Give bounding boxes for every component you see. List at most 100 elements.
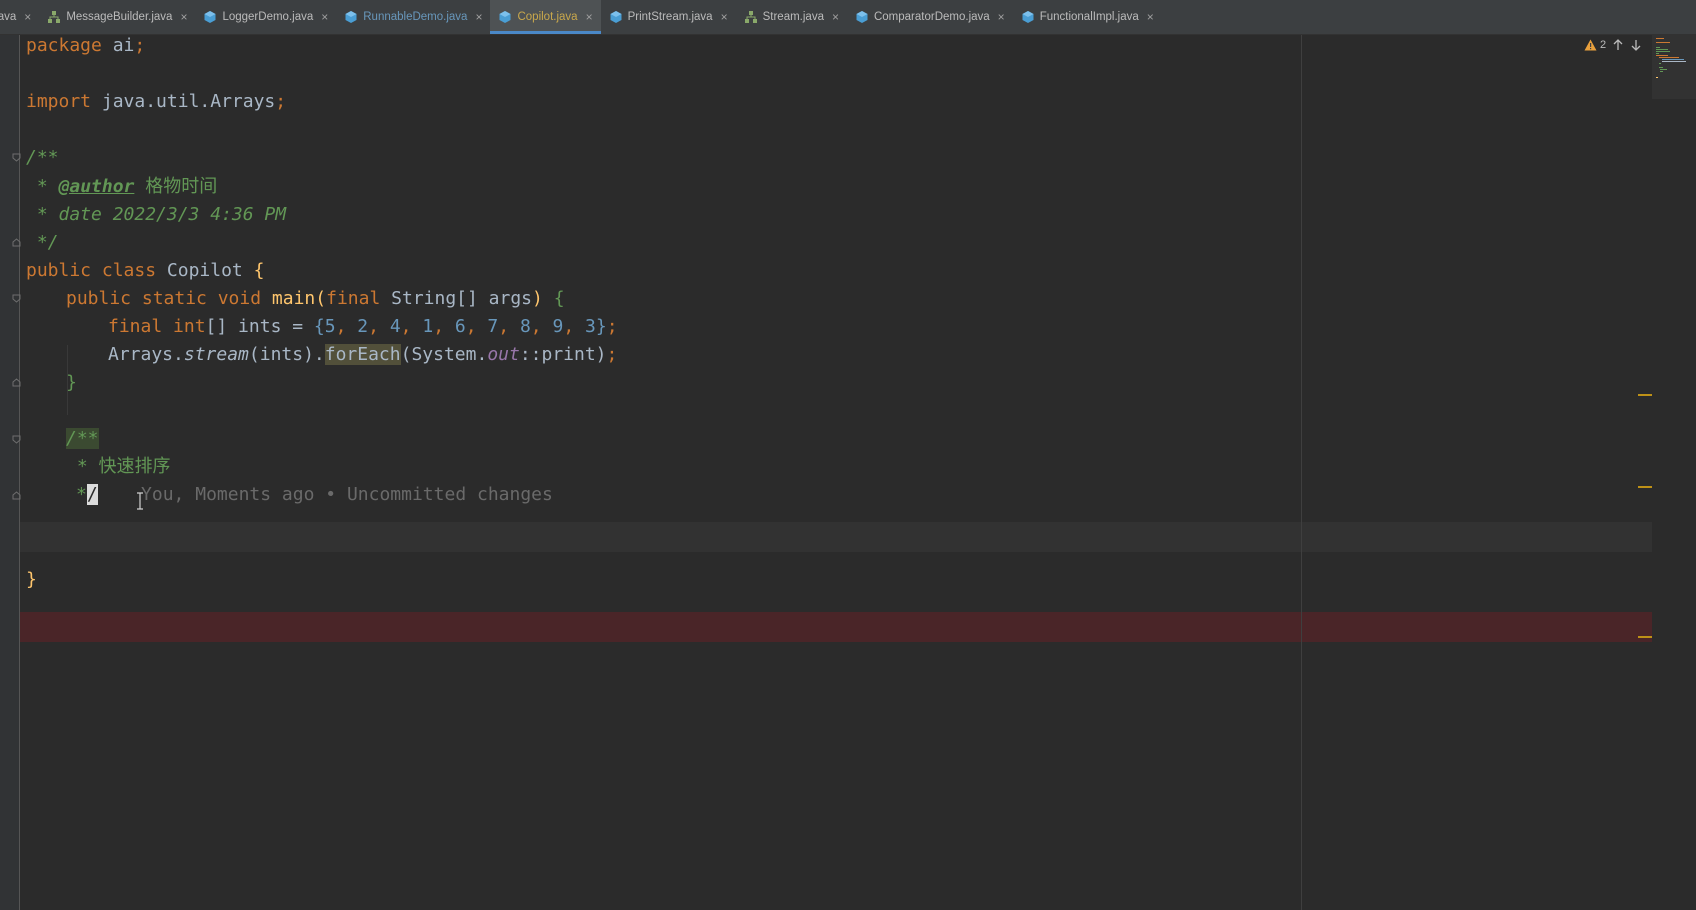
tab-close-icon[interactable]: × xyxy=(586,10,593,24)
code-editor[interactable]: package ai; import java.util.Arrays; /**… xyxy=(0,35,1696,910)
class-name: Copilot xyxy=(166,260,254,281)
code-line-12[interactable]: /** xyxy=(66,424,99,454)
brace: { xyxy=(553,288,565,309)
tab-close-icon[interactable]: × xyxy=(721,10,728,24)
tab-close-icon[interactable]: × xyxy=(321,10,328,24)
editor-tab[interactable]: ComparatorDemo.java × xyxy=(847,0,1013,34)
fold-marker-icon[interactable] xyxy=(12,238,21,247)
keyword: package xyxy=(26,35,102,56)
inspection-widget[interactable]: 2 xyxy=(1584,39,1642,51)
editor-tab[interactable]: PrintStream.java × xyxy=(601,0,736,34)
tab-close-icon[interactable]: × xyxy=(24,10,31,24)
code-line-5[interactable]: * date 2022/3/3 4:36 PM xyxy=(26,200,286,230)
fold-marker-icon[interactable] xyxy=(12,378,21,387)
array-separator: , xyxy=(465,316,488,337)
code-line-11[interactable]: } xyxy=(66,368,77,398)
array-value: 2 xyxy=(357,316,369,337)
parameters: String[] args xyxy=(391,288,533,309)
error-stripe[interactable] xyxy=(1652,35,1696,910)
fold-marker-icon[interactable] xyxy=(12,294,21,303)
code-line-15[interactable]: } xyxy=(26,565,37,595)
arrow-up-icon[interactable] xyxy=(1612,39,1624,51)
fold-marker-icon[interactable] xyxy=(12,153,21,162)
comment-star: * xyxy=(76,484,87,505)
tab-label: MessageBuilder.java xyxy=(66,11,173,23)
semicolon: ; xyxy=(275,91,287,112)
tab-close-icon[interactable]: × xyxy=(1147,10,1154,24)
code-line-2[interactable]: import java.util.Arrays; xyxy=(26,87,286,117)
method-name: main xyxy=(271,288,316,309)
code-minimap[interactable] xyxy=(1652,35,1696,99)
editor-gutter[interactable] xyxy=(0,35,21,910)
java-class-icon xyxy=(609,10,623,24)
java-class-icon xyxy=(1021,10,1035,24)
editor-tab[interactable]: Copilot.java × xyxy=(490,0,601,34)
tab-close-icon[interactable]: × xyxy=(180,10,187,24)
java-class-icon xyxy=(203,10,217,24)
inline-blame-annotation[interactable]: You, Moments ago • Uncommitted changes xyxy=(141,484,553,505)
array-separator: , xyxy=(368,316,390,337)
array-value: 9 xyxy=(552,316,564,337)
call-args: (System. xyxy=(400,344,488,365)
array-value: 5 xyxy=(324,316,336,337)
code-line-7[interactable]: public class Copilot { xyxy=(26,256,264,286)
tab-close-icon[interactable]: × xyxy=(832,10,839,24)
editor-tab[interactable]: RunnableDemo.java × xyxy=(336,0,490,34)
editor-tab[interactable]: Stream.java × xyxy=(736,0,847,34)
array-separator: , xyxy=(400,316,423,337)
code-line-13[interactable]: * 快速排序 xyxy=(66,452,171,482)
tab-list: .java×MessageBuilder.java×LoggerDemo.jav… xyxy=(0,0,1162,34)
javadoc-author-tag[interactable]: @author xyxy=(59,176,135,197)
comment-star: * xyxy=(26,176,59,197)
tab-close-icon[interactable]: × xyxy=(475,10,482,24)
package-name: ai xyxy=(101,35,135,56)
highlighted-method[interactable]: forEach xyxy=(324,344,401,365)
semicolon: ; xyxy=(134,35,146,56)
semicolon: ; xyxy=(606,316,618,337)
stripe-warning-mark[interactable] xyxy=(1638,636,1652,638)
stripe-warning-mark[interactable] xyxy=(1638,394,1652,396)
array-separator: , xyxy=(530,316,553,337)
editor-tab[interactable]: FunctionalImpl.java × xyxy=(1013,0,1162,34)
author-name: 格物时间 xyxy=(134,176,218,197)
code-line-9[interactable]: final int[] ints = {5, 2, 4, 1, 6, 7, 8,… xyxy=(108,312,618,342)
tab-label: FunctionalImpl.java xyxy=(1039,11,1139,23)
editor-tab[interactable]: MessageBuilder.java × xyxy=(39,0,195,34)
keyword: public static void xyxy=(66,288,272,309)
tab-close-icon[interactable]: × xyxy=(998,10,1005,24)
semicolon: ; xyxy=(606,344,618,365)
array-open-brace: { xyxy=(313,316,325,337)
keyword: public class xyxy=(26,260,167,281)
code-line-3[interactable]: /** xyxy=(26,143,59,173)
code-line-14[interactable]: */ You, Moments ago • Uncommitted change… xyxy=(76,480,553,510)
editor-tab[interactable]: .java × xyxy=(0,0,39,34)
java-class-icon xyxy=(344,10,358,24)
array-values: 5, 2, 4, 1, 6, 7, 8, 9, 3 xyxy=(325,316,596,337)
stripe-warning-mark[interactable] xyxy=(1638,486,1652,488)
code-line-8[interactable]: public static void main(final String[] a… xyxy=(66,284,565,314)
code-line-10[interactable]: Arrays.stream(ints).forEach(System.out::… xyxy=(108,340,617,370)
array-separator: , xyxy=(563,316,586,337)
java-class-icon xyxy=(498,10,512,24)
keyword: import xyxy=(26,91,92,112)
warning-indicator[interactable]: 2 xyxy=(1584,39,1606,51)
warning-icon xyxy=(1584,39,1597,51)
fold-marker-icon[interactable] xyxy=(12,491,21,500)
tab-label: LoggerDemo.java xyxy=(222,11,314,23)
array-value: 3 xyxy=(585,316,596,337)
arrow-down-icon[interactable] xyxy=(1630,39,1642,51)
editor-tab[interactable]: LoggerDemo.java × xyxy=(195,0,336,34)
array-separator: , xyxy=(498,316,520,337)
fold-marker-icon[interactable] xyxy=(12,435,21,444)
java-structure-icon xyxy=(47,10,61,24)
code-line-4[interactable]: * @author 格物时间 xyxy=(26,172,217,202)
mouse-ibeam-cursor-icon xyxy=(137,492,143,510)
variable-decl: [] ints = xyxy=(205,316,314,337)
code-line-6[interactable]: */ xyxy=(26,228,59,258)
caret-row-highlight xyxy=(20,522,1652,552)
code-line-1[interactable]: package ai; xyxy=(26,31,145,61)
keyword: final xyxy=(326,288,392,309)
tab-label: Copilot.java xyxy=(517,11,578,23)
static-method: stream xyxy=(183,344,249,365)
brace: { xyxy=(253,260,265,281)
